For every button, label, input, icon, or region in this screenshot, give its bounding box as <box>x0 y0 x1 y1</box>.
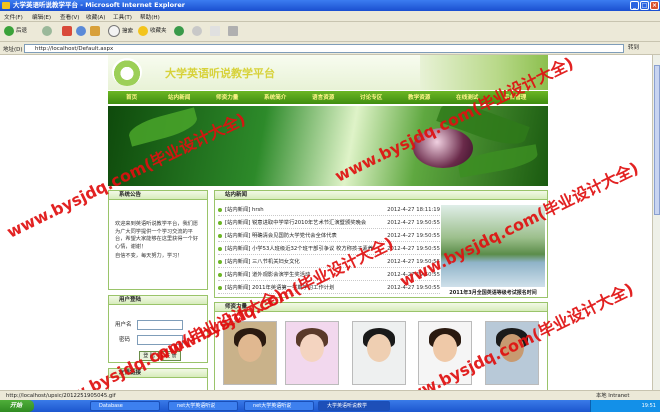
menu-bar: 文件(F) 编辑(E) 查看(V) 收藏(A) 工具(T) 帮助(H) <box>0 11 660 22</box>
address-input[interactable]: http://localhost/Default.aspx <box>24 44 624 53</box>
maximize-button[interactable]: □ <box>640 1 649 10</box>
search-button[interactable]: 搜索 <box>108 25 133 38</box>
news-item[interactable]: [站内新闻] 小学53人班级近32个班干部引争议 校方称孩子素养 2012-4-2… <box>218 244 440 255</box>
bullet-icon <box>218 272 222 277</box>
news-photo-caption: 2011年3月全国英语等级考试报名时间 <box>449 290 537 296</box>
back-arrow-icon <box>4 25 14 36</box>
site-logo <box>112 58 142 86</box>
refresh-button[interactable] <box>76 25 88 38</box>
notice-heading: 系统公告 <box>109 191 207 200</box>
history-button[interactable] <box>192 25 204 38</box>
nav-news[interactable]: 站内新闻 <box>168 93 190 101</box>
bullet-icon <box>218 207 222 212</box>
nav-discussion[interactable]: 讨论专区 <box>360 93 382 101</box>
news-item[interactable]: [站内新闻] 锐意进取中学举行2010年艺术节汇演暨颁奖晚会 2012-4-27 … <box>218 218 440 229</box>
print-button[interactable] <box>228 25 240 38</box>
media-icon <box>174 25 184 36</box>
notice-panel: 系统公告 欢迎来到英语听说教学平台，我们愿为广大同学提供一个学习交流的平台，希望… <box>108 190 208 290</box>
nav-teaching-resources[interactable]: 教学资源 <box>408 93 430 101</box>
go-button[interactable]: 转到 <box>628 44 658 53</box>
close-button[interactable]: × <box>650 1 659 10</box>
scrollbar-thumb[interactable] <box>654 65 660 215</box>
address-label: 地址(D) <box>3 47 23 53</box>
window-title: 大学英语听说教学平台 - Microsoft Internet Explorer <box>13 1 185 9</box>
nav-about[interactable]: 系统简介 <box>264 93 286 101</box>
username-label: 用户名 <box>115 322 132 328</box>
ie-icon <box>2 2 10 9</box>
username-input[interactable] <box>137 320 183 330</box>
menu-tools[interactable]: 工具(T) <box>113 13 132 21</box>
menu-view[interactable]: 查看(V) <box>60 13 79 21</box>
notice-slogan: 自信不变，每天努力，学习！ <box>115 253 183 259</box>
forward-button[interactable] <box>42 25 54 38</box>
news-item[interactable]: [站内新闻] 明确清会见国防大学党代会全体代表 2012-4-27 19:50:5… <box>218 231 440 242</box>
bullet-icon <box>218 246 222 251</box>
news-item[interactable]: [站内新闻] hrsh 2012-4-27 18:11:19 <box>218 205 440 216</box>
site-title: 大学英语听说教学平台 <box>165 67 275 80</box>
bullet-icon <box>218 259 222 264</box>
menu-help[interactable]: 帮助(H) <box>140 13 160 21</box>
refresh-icon <box>76 25 86 36</box>
system-tray: 19:51 <box>590 400 660 412</box>
page-viewport: 大学英语听说教学平台 首页 站内新闻 师资力量 系统简介 语言资源 讨论专区 教… <box>0 55 652 390</box>
news-heading: 站内新闻 <box>215 191 547 200</box>
home-icon <box>90 25 100 36</box>
print-icon <box>228 25 238 36</box>
menu-favorites[interactable]: 收藏(A) <box>86 13 105 21</box>
menu-edit[interactable]: 编辑(E) <box>32 13 51 21</box>
search-icon <box>108 25 120 37</box>
star-icon <box>138 25 148 36</box>
teacher-photo[interactable] <box>352 321 406 385</box>
taskbar-item[interactable]: Database <box>90 401 160 411</box>
media-button[interactable] <box>174 25 186 38</box>
bullet-icon <box>218 285 222 290</box>
favorites-button[interactable]: 收藏夹 <box>138 25 167 38</box>
clock: 19:51 <box>641 403 656 409</box>
vertical-scrollbar[interactable] <box>652 55 660 390</box>
minimize-button[interactable]: _ <box>630 1 639 10</box>
toolbar: 后退 搜索 收藏夹 <box>0 22 660 42</box>
password-label: 密码 <box>119 337 131 343</box>
login-heading: 用户登陆 <box>109 296 207 305</box>
forward-arrow-icon <box>42 25 52 36</box>
menu-file[interactable]: 文件(F) <box>4 13 23 21</box>
taskbar: 开始 Database net大学英语听说 net大学英语听说 大学英语听说教学… <box>0 400 660 412</box>
back-button[interactable]: 后退 <box>4 25 27 38</box>
nav-home[interactable]: 首页 <box>126 93 137 101</box>
home-button[interactable] <box>90 25 102 38</box>
taskbar-item[interactable]: net大学英语听说 <box>168 401 238 411</box>
stop-icon <box>62 25 72 36</box>
start-button[interactable]: 开始 <box>0 400 34 412</box>
taskbar-item-active[interactable]: 大学英语听说教学 <box>318 401 390 411</box>
stop-button[interactable] <box>62 25 74 38</box>
nav-teachers[interactable]: 师资力量 <box>216 93 238 101</box>
address-bar: 地址(D) http://localhost/Default.aspx 转到 <box>0 42 660 55</box>
status-bar: http://localhost/upsic/2012251905045.gif… <box>0 390 660 400</box>
taskbar-item[interactable]: net大学英语听说 <box>244 401 314 411</box>
history-icon <box>192 25 202 36</box>
mail-button[interactable] <box>210 25 222 38</box>
window-title-bar: 大学英语听说教学平台 - Microsoft Internet Explorer… <box>0 0 660 11</box>
teacher-photo[interactable] <box>285 321 339 385</box>
bullet-icon <box>218 220 222 225</box>
nav-language-resources[interactable]: 语言资源 <box>312 93 334 101</box>
bullet-icon <box>218 233 222 238</box>
notice-body: 欢迎来到英语听说教学平台，我们愿为广大同学提供一个学习交流的平台，希望大家能够在… <box>115 221 199 250</box>
mail-icon <box>210 25 220 36</box>
